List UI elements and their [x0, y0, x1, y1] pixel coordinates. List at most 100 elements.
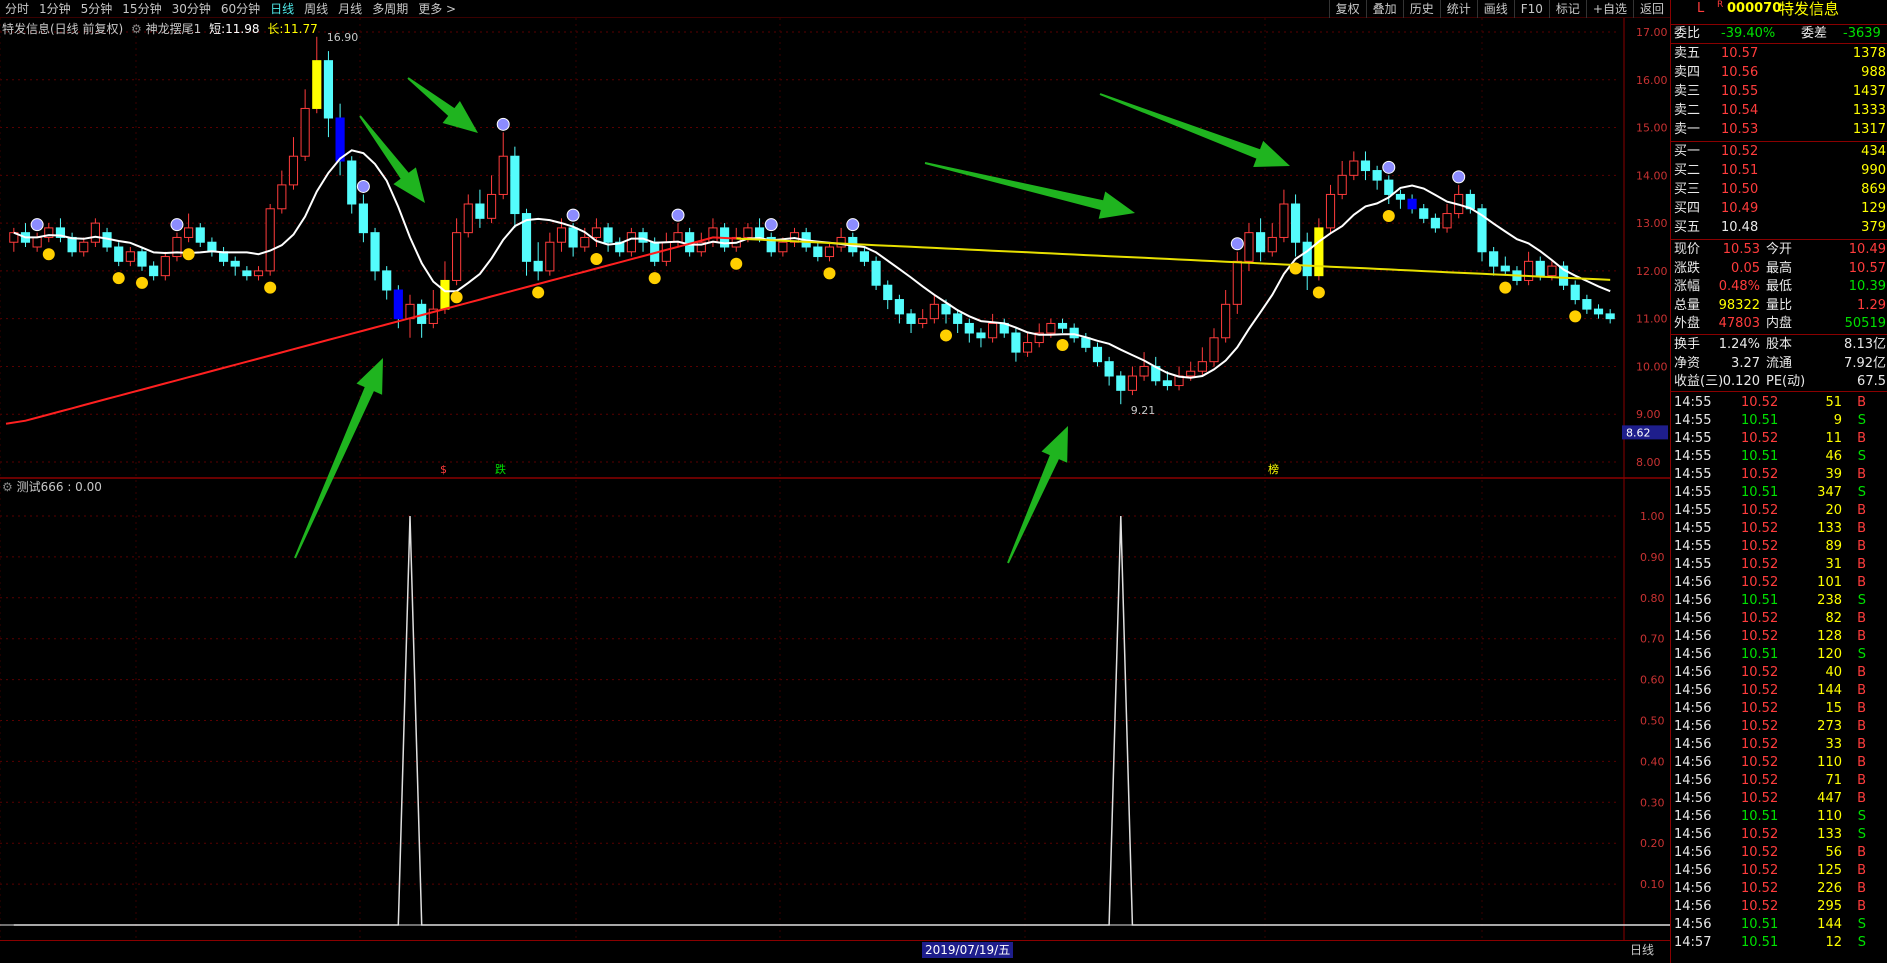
tf-button-3[interactable]: 15分钟: [117, 0, 166, 17]
candle-body: [545, 241, 555, 272]
tick-time: 14:55: [1674, 557, 1712, 572]
toolbar-right-button-5[interactable]: F10: [1513, 0, 1549, 18]
candle-body: [1139, 365, 1149, 377]
smiley-icon: [182, 248, 195, 261]
stat-label: 现价: [1674, 242, 1701, 257]
tick-time: 14:55: [1674, 539, 1712, 554]
tick-side: B: [1857, 395, 1866, 410]
tick-time: 14:56: [1674, 899, 1712, 914]
tick-price: 10.52: [1741, 467, 1779, 482]
low-label: 9.21: [1131, 404, 1156, 417]
sub-tick-label: 0.70: [1640, 633, 1665, 646]
toolbar-right-button-1[interactable]: 叠加: [1365, 0, 1403, 18]
toolbar-right-button-4[interactable]: 画线: [1476, 0, 1514, 18]
smiley-icon: [590, 253, 603, 265]
tick-time: 14:56: [1674, 593, 1712, 608]
toolbar-right-button-2[interactable]: 历史: [1402, 0, 1440, 18]
tf-button-6[interactable]: 日线: [265, 0, 299, 17]
chart-header: 特发信息(日线 前复权) ⚙ 神龙摆尾1 短:11.98 长:11.77: [2, 20, 318, 37]
tick-row: 14:55 10.52 39 B: [1671, 466, 1887, 484]
tf-button-10[interactable]: 更多 >: [413, 0, 461, 17]
tick-side: S: [1857, 413, 1866, 428]
sub-tick-label: 0.90: [1640, 551, 1665, 564]
candle-body: [1186, 370, 1196, 377]
sub-tick-label: 0.10: [1640, 878, 1665, 891]
tf-button-5[interactable]: 60分钟: [216, 0, 265, 17]
ask-volume: 988: [1861, 65, 1886, 80]
stat2-row: 净资 3.27 流通 7.92亿: [1671, 355, 1887, 373]
tick-price: 10.51: [1741, 485, 1779, 500]
tick-row: 14:55 10.52 89 B: [1671, 538, 1887, 556]
tick-volume: 133: [1817, 827, 1842, 842]
tick-time: 14:56: [1674, 647, 1712, 662]
candle-body: [708, 227, 718, 243]
ask-price: 10.55: [1721, 84, 1759, 99]
tick-price: 10.52: [1741, 881, 1779, 896]
sub-tick-label: 0.50: [1640, 715, 1665, 728]
tick-price: 10.51: [1741, 917, 1779, 932]
candle-body: [1442, 213, 1452, 229]
candle-body: [160, 256, 170, 277]
candle-body: [114, 246, 124, 262]
smiley-icon: [532, 286, 545, 299]
stat2-value: 8.13亿: [1844, 337, 1886, 352]
tick-row: 14:56 10.52 71 B: [1671, 772, 1887, 790]
stock-code: 000070: [1727, 1, 1782, 16]
tick-price: 10.52: [1741, 611, 1779, 626]
face-icon: [1230, 237, 1244, 251]
toolbar-right-button-7[interactable]: +自选: [1585, 0, 1633, 18]
tick-price: 10.51: [1741, 647, 1779, 662]
tf-button-9[interactable]: 多周期: [367, 0, 413, 17]
tf-button-8[interactable]: 月线: [333, 0, 367, 17]
stat2-label: 换手: [1674, 337, 1701, 352]
indicator-gear-icon[interactable]: ⚙: [131, 22, 142, 36]
candle-body: [1593, 308, 1604, 315]
face-icon: [566, 208, 580, 222]
ask-row: 卖二 10.54 1333: [1671, 102, 1887, 120]
toolbar-right-button-6[interactable]: 标记: [1548, 0, 1586, 18]
stat-label: 内盘: [1766, 316, 1793, 331]
toolbar-right-button-8[interactable]: 返回: [1632, 0, 1670, 18]
tick-price: 10.51: [1741, 935, 1779, 950]
tf-button-7[interactable]: 周线: [299, 0, 333, 17]
tick-row: 14:55 10.51 46 S: [1671, 448, 1887, 466]
tf-button-0[interactable]: 分时: [0, 0, 34, 17]
tick-time: 14:55: [1674, 431, 1712, 446]
tf-button-2[interactable]: 5分钟: [76, 0, 118, 17]
price-tick-label: 14.00: [1636, 169, 1668, 182]
kline-chart[interactable]: 16.90 9.21 $ 跌 榜 17.00 16.00 15.00 14.00 13.00 12…: [0, 18, 1670, 940]
tf-button-4[interactable]: 30分钟: [167, 0, 216, 17]
tick-row: 14:56 10.52 447 B: [1671, 790, 1887, 808]
smiley-icon: [1312, 286, 1325, 299]
stat2-value: 3.27: [1731, 355, 1760, 371]
toolbar-right-button-0[interactable]: 复权: [1328, 0, 1366, 18]
candle-body: [1057, 322, 1068, 329]
candle-body: [1314, 227, 1324, 277]
smiley-icon: [264, 281, 277, 294]
toolbar-right-button-3[interactable]: 统计: [1439, 0, 1477, 18]
quote-header: L R 000070 特发信息: [1671, 0, 1887, 18]
tf-button-1[interactable]: 1分钟: [34, 0, 76, 17]
tick-volume: 71: [1825, 773, 1842, 788]
tick-volume: 20: [1825, 503, 1842, 518]
stat2-label: PE(动): [1766, 374, 1806, 389]
sub-title: 测试666: [16, 480, 64, 494]
quote-panel: L R 000070 特发信息 委比 -39.40% 委差 -3639 卖五 10…: [1670, 0, 1887, 963]
candle-body: [1279, 203, 1289, 238]
tick-volume: 110: [1817, 809, 1842, 824]
stat2-label: 净资: [1674, 355, 1701, 371]
stat2-row: 换手 1.24% 股本 8.13亿: [1671, 336, 1887, 354]
sub-gear-icon[interactable]: ⚙: [2, 480, 13, 494]
tick-time: 14:56: [1674, 809, 1712, 824]
tick-row: 14:57 10.51 12 S: [1671, 934, 1887, 952]
tick-volume: 347: [1817, 485, 1842, 500]
tick-side: B: [1857, 899, 1866, 914]
current-price-label: 8.62: [1626, 426, 1651, 439]
candle-body: [1104, 361, 1114, 377]
candle-body: [32, 236, 42, 248]
candle-body: [230, 260, 240, 267]
smiley-icon: [940, 329, 952, 342]
tick-price: 10.52: [1741, 665, 1779, 680]
tick-price: 10.51: [1741, 593, 1779, 608]
tick-side: B: [1857, 629, 1866, 644]
